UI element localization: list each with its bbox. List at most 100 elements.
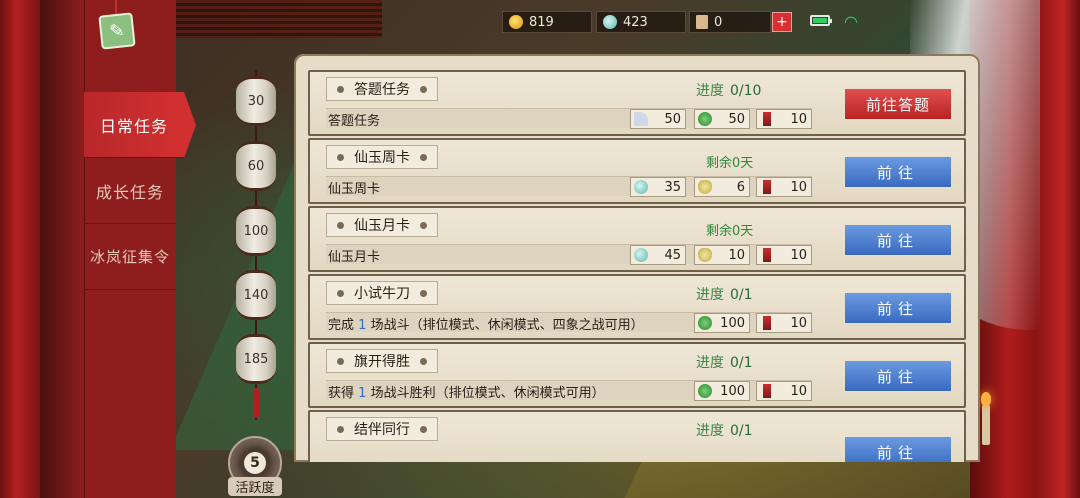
exp-icon	[698, 316, 712, 330]
go-button[interactable]: 前往	[844, 436, 952, 462]
bag-icon	[698, 248, 712, 262]
reward-slot: 45	[630, 245, 686, 265]
task-row: 仙玉月卡 仙玉月卡 剩余0天 45 10 10 前往	[308, 206, 966, 272]
lantern-milestone[interactable]: 60	[236, 141, 276, 191]
desc-count: 1	[358, 386, 367, 401]
red-token-icon	[763, 248, 771, 262]
task-title-text: 结伴同行	[354, 422, 410, 438]
progress-label: 进度	[696, 355, 724, 371]
bullet-icon	[337, 153, 344, 161]
task-row: 仙玉周卡 仙玉周卡 剩余0天 35 6 10 前往	[308, 138, 966, 204]
lantern-tassel	[253, 388, 259, 418]
desc-prefix: 完成	[328, 318, 355, 333]
tab-growth-tasks[interactable]: 成长任务	[84, 158, 176, 224]
milestone-value: 185	[243, 351, 269, 367]
battery-icon	[810, 15, 832, 26]
task-title-text: 仙玉周卡	[354, 150, 410, 166]
candle-flame	[981, 392, 991, 406]
tab-ice-collection[interactable]: 冰岚征集令	[84, 224, 176, 290]
progress-value: 0/1	[730, 355, 753, 371]
milestone-value: 100	[243, 223, 269, 239]
task-row: 结伴同行 进度 0/1 前往	[308, 410, 966, 462]
reward-slot: 50	[630, 109, 686, 129]
jade-value: 423	[623, 14, 648, 30]
task-row: 小试牛刀 完成 1 场战斗（排位模式、休闲模式、四象之战可用） 进度 0/1 10…	[308, 274, 966, 340]
lantern-milestone[interactable]: 185	[236, 334, 276, 384]
remaining-days: 剩余0天	[706, 156, 754, 171]
go-answer-button[interactable]: 前往答题	[844, 88, 952, 120]
bullet-icon	[337, 85, 344, 93]
reward-slot: 50	[694, 109, 750, 129]
task-description: 答题任务	[328, 114, 381, 129]
red-token-icon	[763, 384, 771, 398]
tower-icon	[696, 15, 708, 29]
go-button[interactable]: 前往	[844, 224, 952, 256]
red-token-icon	[763, 316, 771, 330]
task-panel[interactable]: 答题任务 答题任务 进度 0/10 50 50 10 前往答题 仙玉周卡 仙玉周卡…	[294, 54, 980, 462]
task-progress: 进度 0/1	[696, 352, 753, 372]
task-title-text: 小试牛刀	[354, 286, 410, 302]
tab-daily-tasks[interactable]: 日常任务	[84, 92, 196, 158]
bullet-icon	[420, 425, 427, 433]
bullet-icon	[420, 153, 427, 161]
add-currency-button[interactable]: +	[772, 12, 792, 32]
reward-value: 100	[720, 315, 745, 331]
reward-slot: 100	[694, 381, 750, 401]
bullet-icon	[337, 425, 344, 433]
lantern-milestone[interactable]: 140	[236, 270, 276, 320]
lantern-milestone[interactable]: 100	[236, 206, 276, 256]
milestone-value: 60	[247, 158, 265, 174]
tab-label: 日常任务	[99, 116, 168, 136]
map-icon: ✎	[108, 19, 126, 43]
reward-value: 10	[790, 383, 807, 399]
reward-slot: 10	[756, 109, 812, 129]
progress-value: 0/10	[730, 83, 762, 99]
reward-slot: 6	[694, 177, 750, 197]
go-button[interactable]: 前往	[844, 360, 952, 392]
progress-label: 进度	[696, 423, 724, 439]
reward-slot: 10	[756, 313, 812, 333]
reward-value: 10	[728, 247, 745, 263]
activity-label: 活跃度	[228, 477, 282, 496]
remaining-days: 剩余0天	[706, 224, 754, 239]
tower-counter: 0	[689, 11, 771, 33]
milestone-value: 30	[247, 93, 265, 109]
tab-label: 冰岚征集令	[89, 248, 170, 266]
task-title-text: 仙玉月卡	[354, 218, 410, 234]
reward-slot: 10	[756, 381, 812, 401]
map-icon-button[interactable]: ✎	[98, 12, 136, 50]
wifi-icon: ◠	[844, 12, 858, 31]
task-title: 仙玉周卡	[326, 145, 438, 169]
jade-icon	[603, 15, 617, 29]
milestone-value: 140	[243, 287, 269, 303]
bullet-icon	[337, 289, 344, 297]
candle	[982, 405, 990, 445]
hang-rope	[115, 0, 117, 14]
activity-value: 5	[244, 452, 266, 474]
boot-icon	[634, 112, 648, 126]
go-button[interactable]: 前往	[844, 292, 952, 324]
task-progress: 进度 0/1	[696, 284, 753, 304]
reward-slot: 10	[756, 245, 812, 265]
progress-label: 进度	[696, 83, 724, 99]
plus-icon: +	[776, 14, 788, 30]
red-token-icon	[763, 112, 771, 126]
reward-value: 45	[664, 247, 681, 263]
reward-value: 100	[720, 383, 745, 399]
go-button[interactable]: 前往	[844, 156, 952, 188]
lantern-milestone[interactable]: 30	[236, 76, 276, 126]
reward-value: 6	[736, 179, 745, 195]
reward-slot: 35	[630, 177, 686, 197]
task-title-text: 旗开得胜	[354, 354, 410, 370]
task-progress: 进度 0/1	[696, 420, 753, 440]
bullet-icon	[337, 357, 344, 365]
bullet-icon	[420, 289, 427, 297]
bullet-icon	[420, 221, 427, 229]
reward-value: 35	[664, 179, 681, 195]
task-title-text: 答题任务	[354, 82, 410, 98]
task-title: 仙玉月卡	[326, 213, 438, 237]
gold-ingot-icon	[509, 15, 523, 29]
bag-icon	[698, 180, 712, 194]
exp-icon	[698, 112, 712, 126]
progress-label: 进度	[696, 287, 724, 303]
